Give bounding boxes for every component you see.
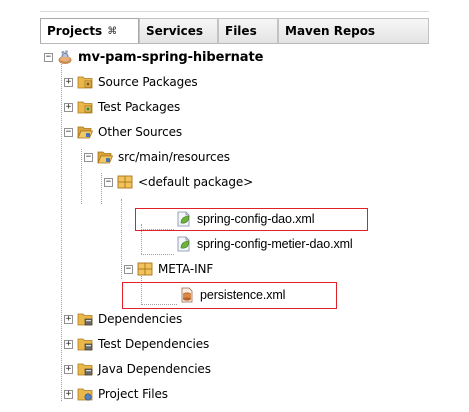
tab-close-icon[interactable]: ⌘ [107, 26, 117, 37]
tree-node-spring-config-dao[interactable]: spring-config-dao.xml [176, 209, 315, 229]
open-folder-icon [77, 126, 93, 139]
spring-config-dao-label: spring-config-dao.xml [197, 212, 315, 226]
tree-line [141, 254, 174, 255]
library-folder-icon [77, 338, 93, 351]
tree-node-other-sources[interactable]: − Other Sources [64, 122, 182, 142]
library-folder-icon [77, 363, 93, 376]
tab-services[interactable]: Services [139, 18, 218, 43]
expand-icon[interactable]: + [64, 77, 73, 87]
spring-xml-file-icon [177, 211, 190, 227]
tab-bar: Projects ⌘ Services Files Maven Repos [40, 18, 429, 44]
projects-panel: Projects ⌘ Services Files Maven Repos − [40, 11, 429, 401]
project-name: mv-pam-spring-hibernate [78, 49, 264, 65]
expand-icon[interactable]: + [64, 364, 73, 374]
project-files-label: Project Files [98, 387, 168, 401]
tree-node-persistence-xml[interactable]: persistence.xml [179, 285, 285, 305]
tab-projects-label: Projects [47, 24, 103, 38]
persistence-file-icon [181, 287, 193, 303]
test-folder-icon [77, 101, 93, 114]
tree-line [121, 199, 122, 279]
persistence-xml-label: persistence.xml [200, 288, 286, 302]
tab-projects[interactable]: Projects ⌘ [40, 18, 139, 43]
maven-project-icon [58, 50, 72, 64]
tree-node-default-package[interactable]: − <default package> [104, 172, 253, 192]
tab-services-label: Services [146, 24, 204, 38]
tree-node-test-dependencies[interactable]: + Test Dependencies [64, 334, 209, 354]
collapse-icon[interactable]: − [84, 152, 93, 162]
tree-node-test-packages[interactable]: + Test Packages [64, 97, 180, 117]
expand-icon[interactable]: + [64, 102, 73, 112]
spring-config-metier-dao-label: spring-config-metier-dao.xml [197, 237, 353, 251]
test-packages-label: Test Packages [98, 100, 181, 114]
expand-icon[interactable]: + [64, 314, 73, 324]
tab-files-label: Files [225, 24, 257, 38]
tree-line [81, 149, 82, 204]
source-packages-label: Source Packages [98, 75, 198, 89]
collapse-icon[interactable]: − [44, 52, 53, 62]
open-folder-icon [97, 151, 113, 164]
tree-node-java-dependencies[interactable]: + Java Dependencies [64, 359, 211, 379]
tree-node-root-project[interactable]: − mv-pam-spring-hibernate [44, 47, 263, 67]
spring-xml-file-icon [177, 236, 190, 252]
tree-node-project-files[interactable]: + Project Files [64, 384, 168, 404]
tab-maven-repositories[interactable]: Maven Repos [278, 18, 429, 43]
test-dependencies-label: Test Dependencies [98, 337, 210, 351]
tab-files[interactable]: Files [218, 18, 278, 43]
dependencies-label: Dependencies [98, 312, 183, 326]
tree-node-spring-config-metier-dao[interactable]: spring-config-metier-dao.xml [176, 234, 353, 254]
tree-line [61, 61, 62, 401]
resources-folder-label: src/main/resources [118, 150, 230, 164]
source-folder-icon [77, 76, 93, 89]
library-folder-icon [77, 313, 93, 326]
expand-icon[interactable]: + [64, 389, 73, 399]
default-package-label: <default package> [138, 175, 254, 189]
collapse-icon[interactable]: − [104, 177, 113, 187]
tree-line [101, 173, 102, 204]
tree-node-dependencies[interactable]: + Dependencies [64, 309, 182, 329]
tree-node-source-packages[interactable]: + Source Packages [64, 72, 198, 92]
expand-icon[interactable]: + [64, 339, 73, 349]
collapse-icon[interactable]: − [124, 264, 133, 274]
tree-node-meta-inf[interactable]: − META-INF [124, 259, 213, 279]
java-dependencies-label: Java Dependencies [98, 362, 211, 376]
project-files-folder-icon [77, 388, 93, 401]
tab-maven-repositories-label: Maven Repos [285, 24, 376, 38]
collapse-icon[interactable]: − [64, 127, 73, 137]
other-sources-label: Other Sources [98, 125, 183, 139]
package-icon [117, 175, 133, 189]
package-icon [137, 262, 153, 276]
meta-inf-label: META-INF [158, 262, 214, 276]
panel-top-border [40, 11, 429, 12]
tree-node-resources-folder[interactable]: − src/main/resources [84, 147, 230, 167]
